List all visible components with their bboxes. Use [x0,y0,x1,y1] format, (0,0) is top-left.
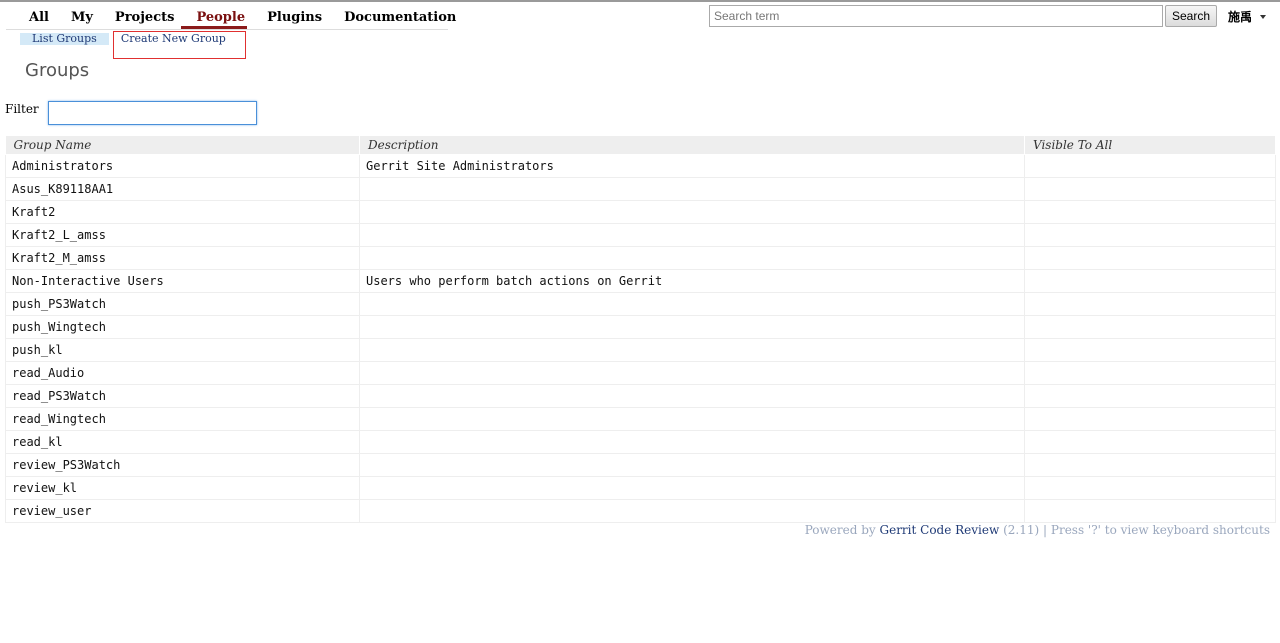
group-name-cell[interactable]: push_Wingtech [5,315,360,339]
table-row[interactable]: Kraft2_M_amss [5,246,1276,270]
table-row[interactable]: push_kl [5,338,1276,362]
description-cell: Gerrit Site Administrators [359,154,1025,178]
visible-to-all-cell [1024,338,1276,362]
filter-label: Filter [5,102,39,116]
footer-powered-by: Powered by [804,523,876,537]
description-cell [359,177,1025,201]
groups-table: Group Name Description Visible To All Ad… [5,136,1276,523]
footer-version: (2.11) [1003,523,1040,537]
table-row[interactable]: Kraft2 [5,200,1276,224]
group-name-cell[interactable]: Administrators [5,154,360,178]
table-row[interactable]: push_PS3Watch [5,292,1276,316]
menu-divider [6,29,448,30]
column-header-description[interactable]: Description [359,136,1025,155]
menu-people[interactable]: People [185,9,256,27]
group-name-cell[interactable]: Kraft2 [5,200,360,224]
column-header-visible-to-all[interactable]: Visible To All [1024,136,1276,155]
table-row[interactable]: read_kl [5,430,1276,454]
group-name-cell[interactable]: read_PS3Watch [5,384,360,408]
description-cell [359,499,1025,523]
user-menu[interactable]: 施禹 [1228,8,1267,25]
group-name-cell[interactable]: Kraft2_L_amss [5,223,360,247]
group-name-cell[interactable]: read_Wingtech [5,407,360,431]
visible-to-all-cell [1024,476,1276,500]
top-menu-bar: All My Projects People Plugins Documenta… [18,9,467,27]
group-name-cell[interactable]: read_kl [5,430,360,454]
table-header-row: Group Name Description Visible To All [5,136,1276,155]
group-name-cell[interactable]: push_PS3Watch [5,292,360,316]
user-name: 施禹 [1228,10,1253,24]
footer: Powered by Gerrit Code Review (2.11) | P… [805,523,1270,537]
submenu-list-groups[interactable]: List Groups [20,33,109,45]
column-header-group-name[interactable]: Group Name [5,136,360,155]
description-cell [359,315,1025,339]
group-name-cell[interactable]: Non-Interactive Users [5,269,360,293]
table-row[interactable]: read_Wingtech [5,407,1276,431]
visible-to-all-cell [1024,292,1276,316]
page-title: Groups [25,60,90,81]
menu-projects[interactable]: Projects [104,9,186,27]
group-name-cell[interactable]: push_kl [5,338,360,362]
visible-to-all-cell [1024,430,1276,454]
description-cell [359,292,1025,316]
table-row[interactable]: read_PS3Watch [5,384,1276,408]
menu-documentation[interactable]: Documentation [333,9,467,27]
search-input[interactable] [709,5,1163,27]
group-name-cell[interactable]: review_user [5,499,360,523]
description-cell [359,246,1025,270]
footer-shortcuts-hint: Press '?' to view keyboard shortcuts [1050,523,1270,537]
visible-to-all-cell [1024,499,1276,523]
create-group-highlight [113,31,246,59]
selected-menu-indicator [181,26,247,29]
table-row[interactable]: review_kl [5,476,1276,500]
visible-to-all-cell [1024,315,1276,339]
description-cell [359,453,1025,477]
table-row[interactable]: Administrators Gerrit Site Administrator… [5,154,1276,178]
gerrit-app: All My Projects People Plugins Documenta… [0,0,1280,643]
visible-to-all-cell [1024,361,1276,385]
footer-separator: | [1043,523,1048,537]
filter-input[interactable] [48,101,257,125]
visible-to-all-cell [1024,384,1276,408]
group-name-cell[interactable]: review_kl [5,476,360,500]
table-row[interactable]: Kraft2_L_amss [5,223,1276,247]
group-name-cell[interactable]: Kraft2_M_amss [5,246,360,270]
search-button[interactable]: Search [1165,5,1217,27]
visible-to-all-cell [1024,223,1276,247]
group-name-cell[interactable]: Asus_K89118AA1 [5,177,360,201]
description-cell [359,361,1025,385]
description-cell [359,430,1025,454]
description-cell [359,223,1025,247]
caret-down-icon [1260,14,1267,19]
description-cell: Users who perform batch actions on Gerri… [359,269,1025,293]
description-cell [359,338,1025,362]
table-row[interactable]: Asus_K89118AA1 [5,177,1276,201]
visible-to-all-cell [1024,177,1276,201]
visible-to-all-cell [1024,154,1276,178]
table-row[interactable]: review_user [5,499,1276,523]
menu-plugins[interactable]: Plugins [256,9,333,27]
visible-to-all-cell [1024,200,1276,224]
menu-my[interactable]: My [60,9,104,27]
visible-to-all-cell [1024,407,1276,431]
table-row[interactable]: Non-Interactive Users Users who perform … [5,269,1276,293]
group-name-cell[interactable]: review_PS3Watch [5,453,360,477]
visible-to-all-cell [1024,246,1276,270]
table-row[interactable]: read_Audio [5,361,1276,385]
description-cell [359,476,1025,500]
description-cell [359,200,1025,224]
table-row[interactable]: review_PS3Watch [5,453,1276,477]
description-cell [359,407,1025,431]
table-body: Administrators Gerrit Site Administrator… [5,154,1276,523]
top-border [0,0,1280,2]
visible-to-all-cell [1024,453,1276,477]
gerrit-code-review-link[interactable]: Gerrit Code Review [880,523,1000,537]
group-name-cell[interactable]: read_Audio [5,361,360,385]
description-cell [359,384,1025,408]
visible-to-all-cell [1024,269,1276,293]
table-row[interactable]: push_Wingtech [5,315,1276,339]
menu-all[interactable]: All [18,9,60,27]
